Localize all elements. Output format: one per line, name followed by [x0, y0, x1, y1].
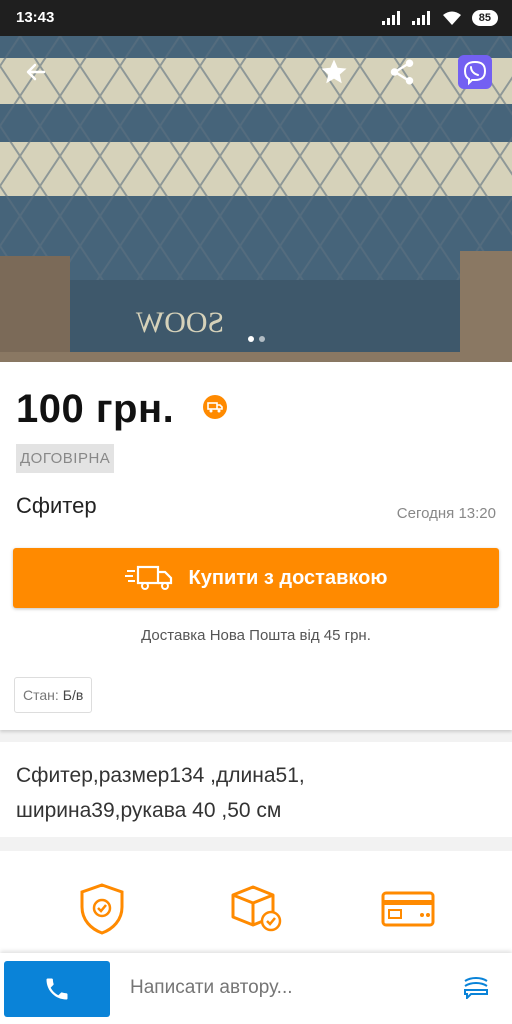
share-icon: [390, 59, 414, 85]
listing-info-card: 100 грн. ДОГОВІРНА Сфитер Сегодня 13:20 …: [0, 362, 512, 730]
delivery-note: Доставка Нова Пошта від 45 грн.: [141, 627, 371, 644]
back-button[interactable]: [16, 52, 56, 92]
pagination-dot[interactable]: [258, 336, 265, 342]
feature-card-payment[interactable]: [380, 881, 436, 937]
negotiable-badge: ДОГОВІРНА: [16, 444, 115, 473]
call-button[interactable]: [4, 961, 110, 1017]
card-icon: [381, 891, 435, 927]
description-line: Сфитер,размер134 ,длина51,: [16, 764, 305, 787]
condition-value: Б/в: [62, 687, 84, 703]
buy-button-label: Купити з доставкою: [188, 566, 388, 589]
back-arrow-icon: [26, 63, 46, 81]
feature-delivery[interactable]: [228, 881, 284, 937]
send-message-icon[interactable]: [462, 977, 490, 999]
sweater-print-text: SOOW: [135, 306, 224, 339]
signal-icon: [411, 11, 430, 25]
description-card: Сфитер,размер134 ,длина51, ширина39,рука…: [0, 742, 512, 837]
status-bar: 13:43 85: [0, 0, 512, 36]
condition-chip: Стан: Б/в: [14, 677, 93, 713]
image-toolbar: [0, 36, 512, 108]
viber-icon: [458, 55, 492, 89]
price: 100 грн.: [16, 387, 175, 431]
description-text: Сфитер,размер134 ,длина51, ширина39,рука…: [16, 758, 496, 828]
status-icons: 85: [381, 9, 498, 27]
viber-button[interactable]: [455, 52, 495, 92]
battery-indicator: 85: [471, 10, 498, 26]
description-line: ширина39,рукава 40 ,50 см: [16, 799, 282, 822]
star-icon: [321, 59, 347, 84]
feature-safe-deal[interactable]: [74, 881, 130, 937]
signal-icon: [381, 11, 400, 25]
delivery-truck-badge-icon: [203, 395, 227, 419]
condition-label: Стан:: [23, 687, 59, 703]
pagination-dot[interactable]: [247, 336, 254, 342]
share-button[interactable]: [382, 52, 422, 92]
gallery-pagination: [0, 336, 512, 342]
features-card: [0, 851, 512, 961]
message-author-input[interactable]: [130, 977, 430, 999]
phone-icon: [46, 978, 68, 1000]
status-time: 13:43: [16, 9, 55, 26]
favorite-button[interactable]: [314, 52, 354, 92]
listing-title: Сфитер: [16, 493, 97, 518]
listing-date: Сегодня 13:20: [396, 505, 496, 522]
delivery-truck-icon: [124, 565, 172, 590]
wifi-icon: [442, 11, 461, 25]
buy-with-delivery-button[interactable]: Купити з доставкою: [13, 548, 499, 608]
bottom-contact-bar: [0, 953, 512, 1024]
shield-check-icon: [80, 883, 124, 935]
box-check-icon: [231, 885, 282, 932]
